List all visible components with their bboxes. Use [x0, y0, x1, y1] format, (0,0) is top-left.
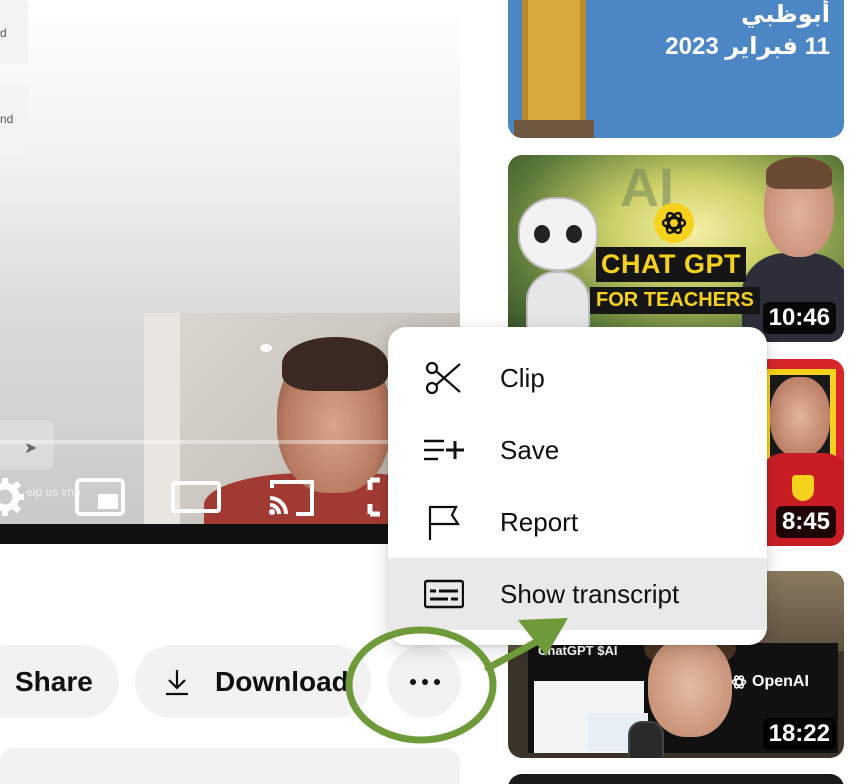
- menu-item-report[interactable]: Report: [388, 486, 767, 558]
- download-icon: [166, 669, 188, 695]
- scissors-icon: [424, 360, 464, 396]
- menu-item-clip[interactable]: Clip: [388, 342, 767, 414]
- robot-eye: [534, 225, 550, 243]
- chat-card: d: [0, 0, 28, 64]
- menu-item-show-transcript[interactable]: Show transcript: [388, 558, 767, 630]
- openai-brand-label: OpenAI: [752, 673, 809, 690]
- reaction-face: [770, 377, 830, 457]
- more-actions-menu: Clip Save Report Show transcript: [388, 327, 767, 645]
- presenter-hair: [766, 157, 832, 189]
- thumbnail-subtitle: FOR TEACHERS: [590, 287, 760, 314]
- duration-badge: 8:45: [775, 506, 836, 538]
- thumbnail-tag: ChatGPT $AI: [538, 643, 618, 658]
- robot-eye: [566, 225, 582, 243]
- robot-body: [526, 271, 590, 331]
- menu-item-label: Show transcript: [500, 578, 680, 609]
- settings-gear-icon[interactable]: [0, 476, 26, 518]
- download-label: Download: [215, 665, 349, 697]
- menu-item-label: Save: [500, 434, 560, 465]
- help-text: elp us imp: [26, 485, 81, 499]
- duration-badge: 10:46: [762, 302, 836, 334]
- flag-icon: [424, 504, 464, 540]
- thumbnail-title-line: أبوظبي: [741, 1, 830, 28]
- next-chip[interactable]: ➤: [0, 420, 54, 470]
- share-label: Share: [15, 665, 93, 697]
- robot-head: [518, 197, 598, 271]
- club-crest-icon: [792, 475, 814, 501]
- recommendation-thumbnail[interactable]: AI CHAT GPT FOR TEACHERS 10:46: [508, 155, 844, 342]
- more-horizontal-icon: [409, 678, 440, 685]
- ceiling-light: [260, 344, 272, 352]
- theater-mode-icon[interactable]: [170, 476, 222, 518]
- presenter-hair: [282, 337, 388, 391]
- duration-badge: 18:22: [762, 718, 836, 750]
- playlist-add-icon: [424, 432, 464, 468]
- tower-base: [514, 120, 594, 138]
- share-button[interactable]: Share: [0, 645, 119, 718]
- download-button[interactable]: Download: [135, 645, 371, 718]
- openai-logo-icon: [731, 675, 747, 689]
- microphone-icon: [628, 721, 664, 758]
- openai-logo-icon: [654, 203, 694, 243]
- miniplayer-icon[interactable]: [74, 476, 126, 518]
- more-actions-button[interactable]: [388, 645, 461, 718]
- thumbnail-date-line: 11 فبراير 2023: [665, 33, 830, 60]
- recommendation-thumbnail[interactable]: أبوظبي 11 فبراير 2023: [508, 0, 844, 138]
- menu-item-label: Clip: [500, 362, 545, 393]
- fullscreen-icon[interactable]: [366, 476, 390, 518]
- recommendation-thumbnail[interactable]: [508, 774, 844, 784]
- robot-image: [512, 197, 600, 331]
- cast-icon[interactable]: [266, 476, 318, 518]
- menu-item-label: Report: [500, 506, 579, 537]
- menu-item-save[interactable]: Save: [388, 414, 767, 486]
- transcript-icon: [424, 576, 464, 612]
- openai-brand: OpenAI: [730, 673, 809, 691]
- description-box[interactable]: [0, 748, 460, 784]
- clock-tower-graphic: [522, 0, 586, 130]
- chat-card: nd: [0, 86, 28, 158]
- thumbnail-title: CHAT GPT: [596, 247, 746, 282]
- presenter-face: [648, 637, 732, 737]
